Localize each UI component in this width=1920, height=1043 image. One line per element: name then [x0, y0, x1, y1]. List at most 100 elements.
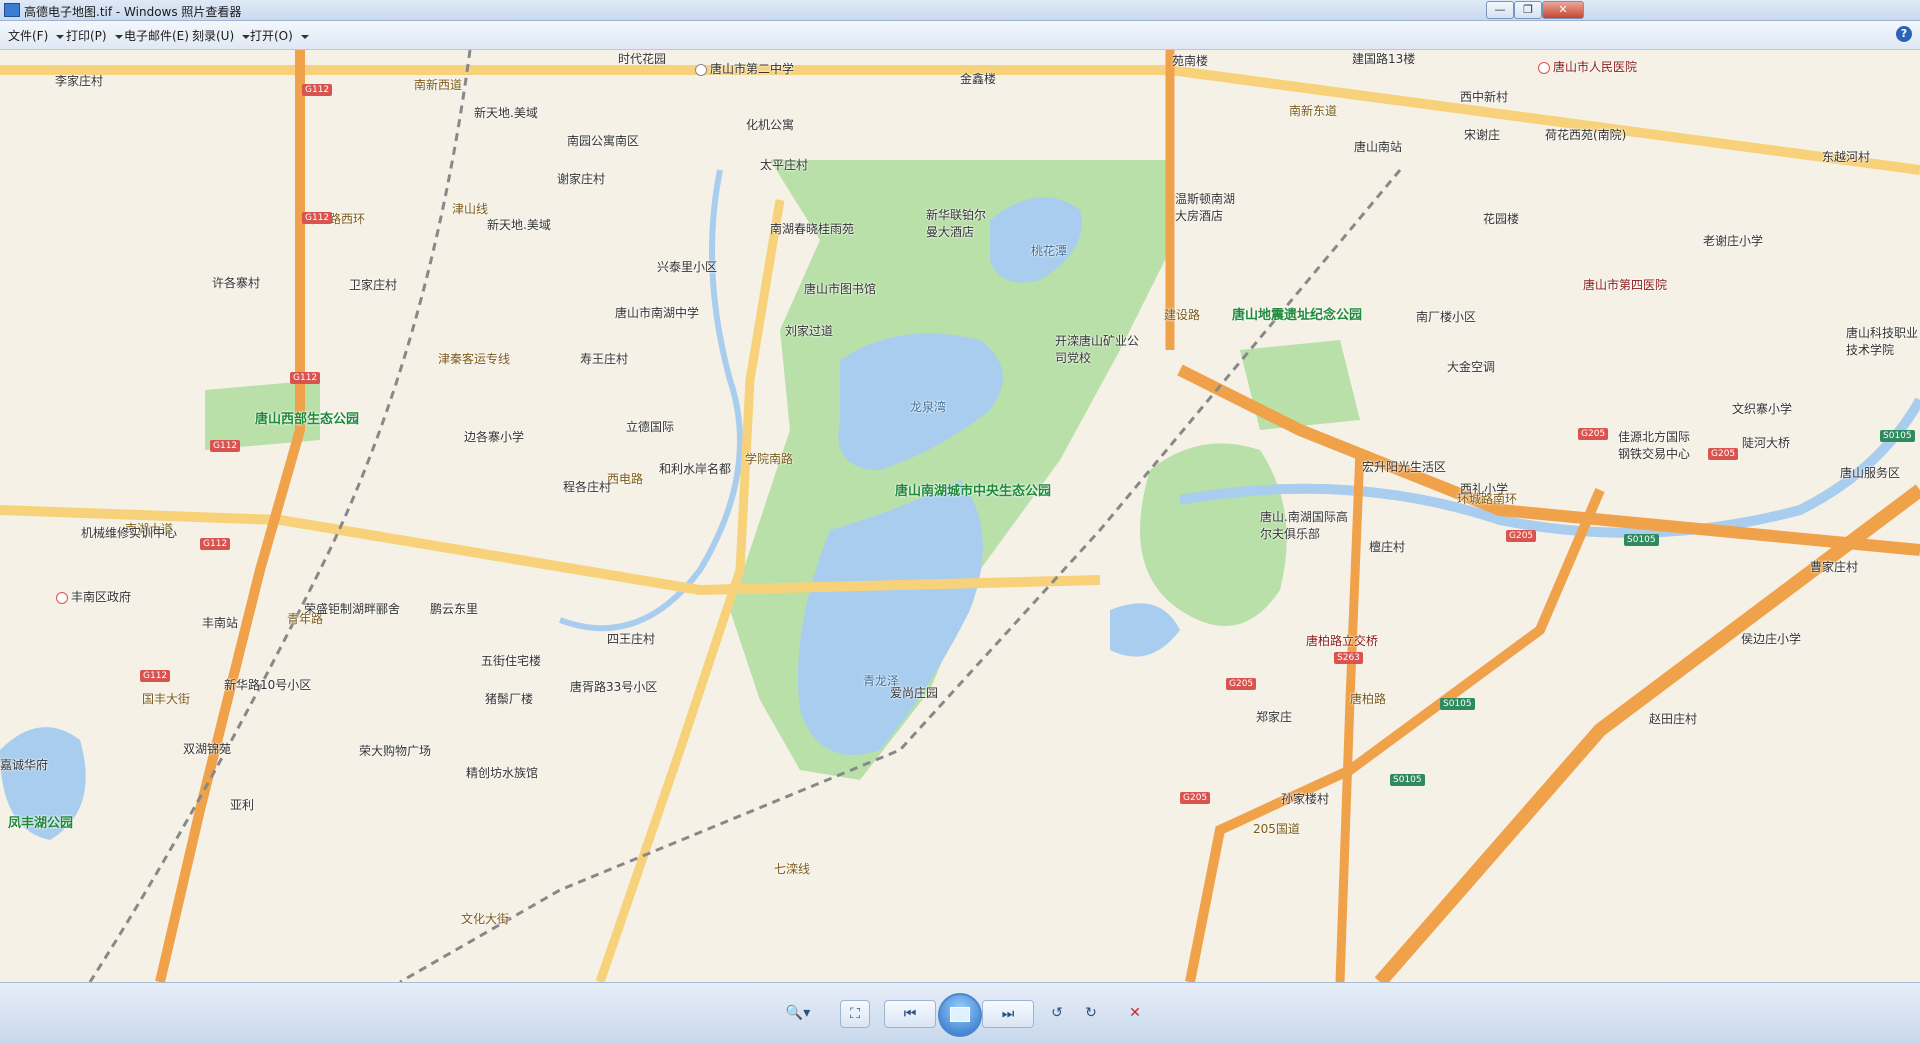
- map-place-label: 开滦唐山矿业公司党校: [1055, 334, 1140, 365]
- map-place-label: 苑南楼: [1172, 54, 1209, 68]
- map-place-label: 双湖锦苑: [183, 742, 232, 756]
- map-place-label: 唐胥路33号小区: [570, 680, 658, 694]
- map-place-label: 鹏云东里: [430, 602, 479, 616]
- photo-viewer-app-icon: [4, 3, 20, 17]
- menu-file[interactable]: 文件(F): [8, 27, 65, 44]
- map-road-label: 西电路: [607, 472, 644, 486]
- highway-shield: G205: [1506, 530, 1537, 542]
- chevron-down-icon: [242, 34, 251, 39]
- west-river: [558, 169, 743, 632]
- map-place-label: 唐山服务区: [1840, 466, 1901, 480]
- highway-shield: G205: [1708, 448, 1739, 460]
- highway-shield: G112: [210, 440, 241, 452]
- map-place-label: 李家庄村: [55, 74, 104, 88]
- previous-image-button[interactable]: ⏮: [884, 1000, 936, 1028]
- map-place-label: 嘉诚华府: [0, 758, 49, 772]
- map-park-label: 唐山南湖城市中央生态公园: [895, 484, 1052, 499]
- hospital-icon: [1538, 61, 1550, 74]
- map-place-label: 四王庄村: [607, 632, 656, 646]
- minimize-button[interactable]: —: [1486, 1, 1514, 19]
- map-park-label: 唐山西部生态公园: [255, 412, 360, 427]
- chevron-down-icon: [300, 34, 309, 39]
- map-place-label: 西中新村: [1460, 90, 1509, 104]
- highway-shield: S263: [1334, 652, 1363, 664]
- slideshow-icon: [950, 1007, 970, 1022]
- map-place-label: 唐山科技职业技术学院: [1846, 326, 1919, 357]
- map-place-label: 亚利: [230, 798, 255, 812]
- map-place-label: 新华路10号小区: [224, 678, 312, 692]
- delete-button[interactable]: ✕: [1122, 1000, 1148, 1026]
- rotate-counterclockwise-button[interactable]: ↺: [1044, 1000, 1070, 1026]
- map-place-label: 唐山市南湖中学: [615, 306, 700, 320]
- golf-lake-water: [1110, 603, 1180, 657]
- map-place-label: 时代花园: [618, 52, 667, 66]
- highway-shield: G205: [1226, 678, 1257, 690]
- map-place-label: 机械维修实训中心: [81, 526, 178, 540]
- map-water-label: 龙泉湾: [910, 400, 947, 414]
- map-place-label: 丰南站: [202, 616, 239, 630]
- map-place-label: 精创坊水族馆: [466, 766, 539, 780]
- next-image-button[interactable]: ⏭: [982, 1000, 1034, 1028]
- slideshow-button[interactable]: [938, 993, 982, 1037]
- map-road-label: 七滦线: [774, 862, 811, 876]
- menu-print[interactable]: 打印(P): [66, 27, 123, 44]
- map-place-label: 南湖春晓桂雨苑: [770, 222, 855, 236]
- map-water-label: 桃花潭: [1031, 244, 1068, 258]
- map-road-label: 唐柏路: [1350, 692, 1387, 706]
- map-place-label: 宋谢庄: [1464, 128, 1501, 142]
- map-park-label: 凤丰湖公园: [8, 816, 74, 831]
- menu-burn[interactable]: 刻录(U): [192, 27, 251, 44]
- viewer-toolbar: 🔍▾ ⛶ ⏮ ⏭ ↺ ↻ ✕: [0, 982, 1920, 1043]
- highway-shield: G205: [1180, 792, 1211, 804]
- close-window-button[interactable]: ✕: [1542, 1, 1584, 19]
- map-park-label: 唐山地震遗址纪念公园: [1232, 308, 1363, 323]
- map-road-label: 国丰大街: [142, 692, 191, 706]
- chevron-down-icon: [114, 34, 123, 39]
- map-place-label: 南园公寓南区: [567, 134, 640, 148]
- map-place-label: 兴泰里小区: [657, 260, 718, 274]
- map-place-label: 谢家庄村: [557, 172, 606, 186]
- map-place-label: 太平庄村: [760, 158, 809, 172]
- map-road-label: 南新西道: [414, 78, 463, 92]
- expressway-shield: S0105: [1880, 430, 1915, 442]
- map-place-label: 花园楼: [1483, 212, 1520, 226]
- map-place-label: 赵田庄村: [1649, 712, 1698, 726]
- map-place-label: 唐山市图书馆: [804, 282, 877, 296]
- highway-shield: G112: [290, 372, 321, 384]
- map-road-label: 学院南路: [745, 452, 794, 466]
- map-place-label: 孙家楼村: [1281, 792, 1330, 806]
- map-place-label: 猪鬃厂楼: [485, 692, 534, 706]
- expressway-shield: S0105: [1390, 774, 1425, 786]
- map-place-label: 温斯顿南湖大房酒店: [1175, 192, 1236, 223]
- maximize-button[interactable]: ❐: [1514, 1, 1542, 19]
- south-new-east-road: [1169, 65, 1920, 175]
- map-place-label: 檀庄村: [1369, 540, 1406, 554]
- map-place-label: 刘家过道: [785, 324, 834, 338]
- menu-email[interactable]: 电子邮件(E): [124, 27, 189, 44]
- menu-open[interactable]: 打开(O): [250, 27, 309, 44]
- rotate-clockwise-button[interactable]: ↻: [1078, 1000, 1104, 1026]
- highway-shield: G112: [302, 212, 333, 224]
- map-place-label: 边各寨小学: [464, 430, 525, 444]
- chevron-down-icon: [56, 34, 65, 39]
- fit-to-window-button[interactable]: ⛶: [840, 1000, 870, 1028]
- map-place-label: 荣大购物广场: [359, 744, 432, 758]
- map-road-label: 津秦客运专线: [438, 352, 511, 366]
- map-place-label: 和利水岸名都: [659, 462, 732, 476]
- government-icon: [56, 591, 68, 604]
- map-place-label: 文织寨小学: [1732, 402, 1793, 416]
- map-place-label: 爱尚庄园: [890, 686, 939, 700]
- menu-bar: 文件(F) 打印(P) 电子邮件(E) 刻录(U) 打开(O) ?: [0, 21, 1920, 50]
- map-place-label: 程各庄村: [563, 480, 612, 494]
- map-place-label: 建国路13楼: [1352, 52, 1416, 66]
- help-icon[interactable]: ?: [1896, 26, 1912, 42]
- school-icon: [695, 63, 707, 76]
- map-place-label: 唐山.南湖国际高尔夫俱乐部: [1260, 510, 1348, 541]
- map-place-label: 唐柏路立交桥: [1306, 634, 1379, 648]
- map-place-label: 郑家庄: [1256, 710, 1293, 724]
- zoom-button[interactable]: 🔍▾: [778, 1000, 818, 1026]
- map-place-label: 新华联铂尔曼大酒店: [926, 208, 987, 239]
- map-image-view[interactable]: 唐山南湖城市中央生态公园 唐山地震遗址纪念公园 唐山西部生态公园 凤丰湖公园 龙…: [0, 50, 1920, 982]
- map-place-label: 曹家庄村: [1810, 560, 1859, 574]
- map-place-label: 宏升阳光生活区: [1362, 460, 1447, 474]
